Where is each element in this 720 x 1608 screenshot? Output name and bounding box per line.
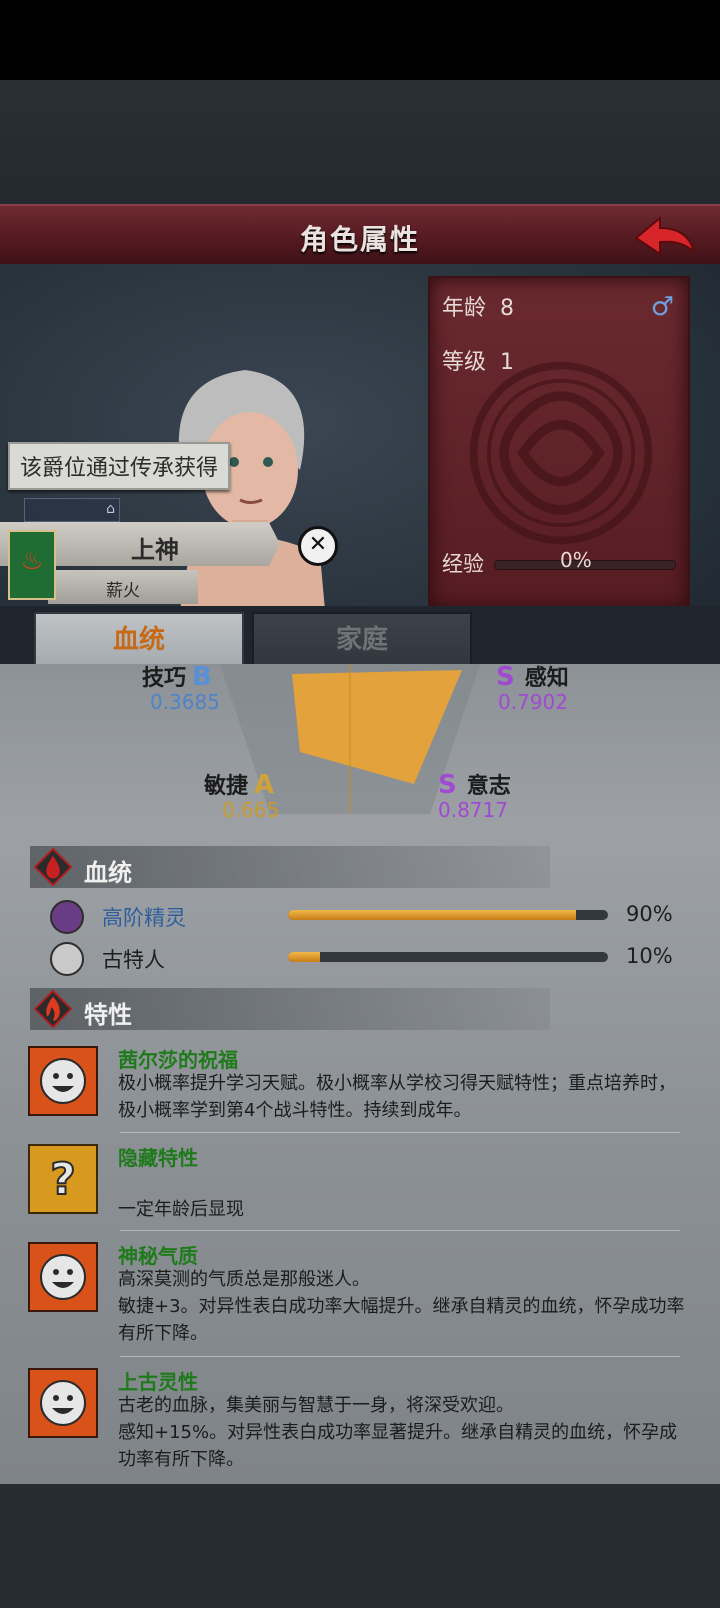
smiley-icon: [28, 1046, 98, 1116]
bloodline-section-title: 血统: [84, 859, 132, 887]
bloodline-bar-fill: [288, 952, 320, 962]
crossed-axes-icon: [50, 942, 84, 976]
celtic-knot-icon: [469, 361, 653, 545]
home-icon: ⌂: [106, 501, 115, 517]
attr-will-value: 0.8717: [438, 798, 508, 822]
exp-value: 0%: [560, 548, 592, 572]
attr-perception-label: 感知: [524, 666, 569, 691]
attr-skill: 技巧 B: [142, 660, 212, 692]
rank-title: 上神: [131, 536, 179, 564]
svg-text:?: ?: [50, 1154, 76, 1205]
level-row: 等级 1: [442, 344, 514, 376]
attr-skill-value: 0.3685: [150, 690, 220, 714]
male-icon: ♂: [650, 292, 674, 322]
house-flag: ♨: [8, 530, 56, 600]
trait-item[interactable]: ? 隐藏特性 一定年龄后显现: [28, 1142, 692, 1222]
question-icon: ?: [28, 1144, 98, 1214]
tab-bloodline[interactable]: 血统: [34, 612, 244, 668]
page-title: 角色属性: [299, 223, 420, 256]
stat-panel: 年龄 8 ♂ 等级 1 经验 0%: [428, 276, 690, 610]
attr-skill-label: 技巧: [142, 666, 187, 691]
attr-perception-grade: S: [496, 662, 515, 692]
attr-will-grade: S: [438, 770, 457, 800]
tab-family[interactable]: 家庭: [252, 612, 472, 670]
rank-sub-title: 薪火: [106, 581, 140, 601]
bloodline-bar: [288, 952, 608, 962]
trait-desc: 一定年龄后显现: [118, 1199, 244, 1220]
bloodline-name: 高阶精灵: [102, 906, 186, 930]
flame-icon: ♨: [20, 546, 44, 576]
exp-row: 经验 0%: [442, 548, 678, 578]
bloodline-pct: 90%: [626, 902, 673, 926]
age-row: 年龄 8: [442, 290, 514, 322]
divider: [120, 1132, 680, 1133]
trait-item[interactable]: 神秘气质 高深莫测的气质总是那般迷人。 敏捷+3。对异性表白成功率大幅提升。继承…: [28, 1240, 692, 1350]
top-spacer: [0, 80, 720, 204]
high-elf-icon: [50, 900, 84, 934]
trait-item[interactable]: 茜尔莎的祝福 极小概率提升学习天赋。极小概率从学校习得天赋特性；重点培养时，极小…: [28, 1044, 692, 1124]
traits-section-header: 特性: [30, 988, 550, 1030]
trait-desc: 高深莫测的气质总是那般迷人。 敏捷+3。对异性表白成功率大幅提升。继承自精灵的血…: [118, 1269, 685, 1344]
rank-sub-banner: 薪火: [48, 570, 198, 604]
divider: [120, 1230, 680, 1231]
back-arrow-icon: [634, 215, 696, 256]
attr-will: S 意志: [438, 768, 511, 800]
trait-name: 上古灵性: [118, 1370, 198, 1394]
bloodline-pct: 10%: [626, 944, 673, 968]
bloodline-bar: [288, 910, 608, 920]
age-value: 8: [500, 296, 515, 321]
trait-desc: 极小概率提升学习天赋。极小概率从学校习得天赋特性；重点培养时，极小概率学到第4个…: [118, 1073, 676, 1121]
title-tooltip: 该爵位通过传承获得: [8, 442, 231, 490]
trait-item[interactable]: 上古灵性 古老的血脉，集美丽与智慧于一身，将深受欢迎。 感知+15%。对异性表白…: [28, 1366, 692, 1476]
blood-drop-icon: [34, 848, 72, 886]
attr-will-label: 意志: [466, 774, 511, 799]
smiley-icon: [28, 1242, 98, 1312]
bottom-area: [0, 1484, 720, 1608]
divider: [120, 1356, 680, 1357]
fire-icon: [34, 990, 72, 1028]
header-bar: 角色属性: [0, 204, 720, 269]
close-button[interactable]: ✕: [298, 526, 338, 566]
level-label: 等级: [442, 350, 487, 375]
age-label: 年龄: [442, 296, 487, 321]
trait-name: 神秘气质: [118, 1244, 198, 1268]
traits-section-title: 特性: [84, 1001, 132, 1029]
attr-skill-grade: B: [192, 662, 212, 692]
bloodline-bar-fill: [288, 910, 576, 920]
trait-name: 隐藏特性: [118, 1146, 198, 1170]
level-value: 1: [500, 350, 515, 375]
attr-agility-label: 敏捷: [204, 774, 249, 799]
attr-perception: S 感知: [496, 660, 569, 692]
bloodline-row[interactable]: 高阶精灵 90%: [50, 898, 690, 934]
title-slot: ⌂: [24, 498, 120, 522]
status-bar: [0, 0, 720, 80]
attr-perception-value: 0.7902: [498, 690, 568, 714]
exp-label: 经验: [442, 552, 484, 576]
attr-agility-grade: A: [254, 770, 275, 800]
back-button[interactable]: [630, 212, 700, 262]
trait-desc: 古老的血脉，集美丽与智慧于一身，将深受欢迎。 感知+15%。对异性表白成功率显著…: [118, 1395, 678, 1470]
trait-name: 茜尔莎的祝福: [118, 1048, 238, 1072]
bloodline-row[interactable]: 古特人 10%: [50, 940, 690, 976]
smiley-icon: [28, 1368, 98, 1438]
attr-agility-value: 0.665: [222, 798, 280, 822]
attr-agility: 敏捷 A: [204, 768, 274, 800]
bloodline-name: 古特人: [102, 948, 165, 972]
bloodline-section-header: 血统: [30, 846, 550, 888]
